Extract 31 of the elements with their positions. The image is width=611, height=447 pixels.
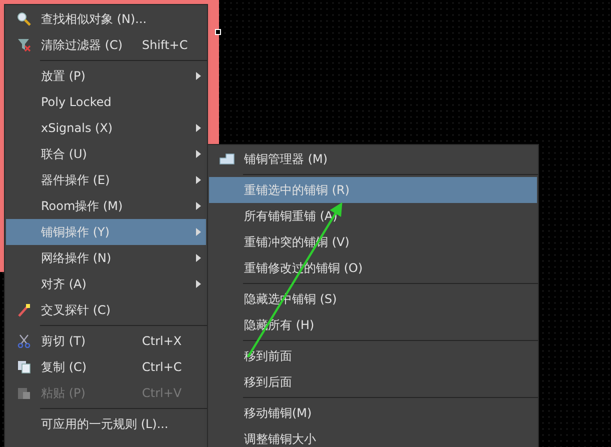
scissors-icon: [16, 334, 30, 348]
probe-icon: [16, 303, 30, 317]
menu-item[interactable]: 放置 (P): [6, 63, 206, 89]
menu-item[interactable]: Room操作 (M): [6, 193, 206, 219]
shortcut-text: Shift+C: [142, 38, 188, 52]
menu-item[interactable]: 网络操作 (N): [6, 245, 206, 271]
menu-item[interactable]: 移到后面: [209, 369, 537, 395]
menu-item[interactable]: 器件操作 (E): [6, 167, 206, 193]
shortcut-text: Ctrl+X: [142, 334, 182, 348]
menu-item[interactable]: 交叉探针 (C): [6, 297, 206, 323]
menu-item[interactable]: 查找相似对象 (N)...: [6, 6, 206, 32]
menu-item[interactable]: 联合 (U): [6, 141, 206, 167]
menu-item[interactable]: 铺铜管理器 (M): [209, 146, 537, 172]
copy-icon: [16, 360, 30, 374]
selection-handle[interactable]: [215, 29, 221, 35]
clear-filter-icon: [16, 38, 30, 52]
menu-item[interactable]: xSignals (X): [6, 115, 206, 141]
shortcut-text: Ctrl+C: [142, 360, 182, 374]
menu-item[interactable]: 对齐 (A): [6, 271, 206, 297]
paste-icon: [16, 386, 30, 400]
search-icon: [16, 12, 30, 26]
menu-item[interactable]: 隐藏所有 (H): [209, 312, 537, 338]
menu-item[interactable]: 可应用的一元规则 (L)...: [6, 411, 206, 437]
menu-item[interactable]: 剪切 (T) Ctrl+X: [6, 328, 206, 354]
menu-item[interactable]: Poly Locked: [6, 89, 206, 115]
shortcut-text: Ctrl+V: [142, 386, 182, 400]
menu-item[interactable]: 移动铺铜(M): [209, 400, 537, 426]
menu-item[interactable]: 复制 (C) Ctrl+C: [6, 354, 206, 380]
menu-item[interactable]: 清除过滤器 (C) Shift+C: [6, 32, 206, 58]
menu-item[interactable]: 调整铺铜大小: [209, 426, 537, 447]
polygon-icon: [218, 153, 234, 165]
